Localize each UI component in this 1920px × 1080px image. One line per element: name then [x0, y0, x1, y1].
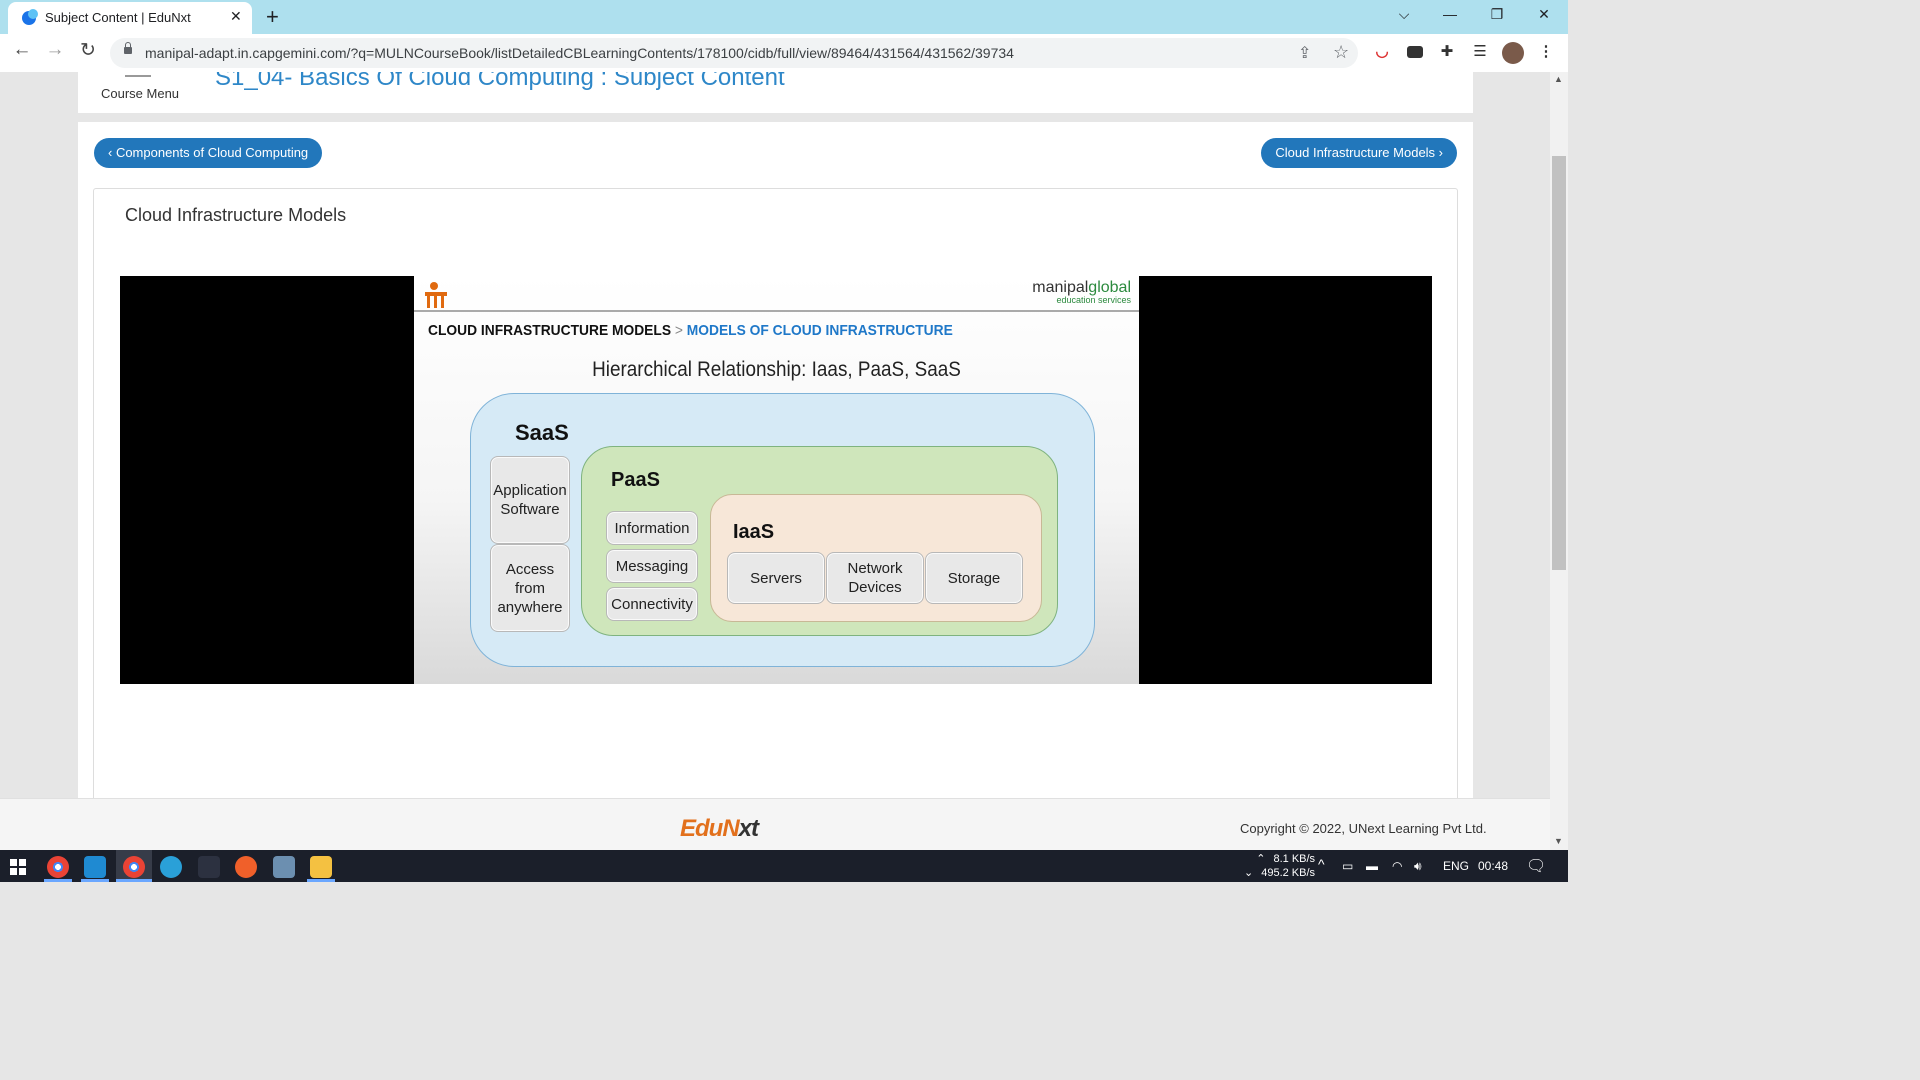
scroll-down-icon[interactable]: ▼	[1554, 836, 1563, 846]
menu-dots-icon[interactable]: ⋮	[1536, 42, 1556, 62]
star-icon[interactable]: ☆	[1333, 42, 1349, 63]
page-viewport: Course Menu S1_04- Basics Of Cloud Compu…	[0, 72, 1550, 798]
lesson-panel: Cloud Infrastructure Models manipalgloba…	[93, 188, 1458, 798]
manipalglobal-logo: manipalglobal education services	[1032, 279, 1131, 305]
iaas-item: Network Devices	[826, 552, 924, 604]
slide-crumb-current: MODELS OF CLOUD INFRASTRUCTURE	[686, 322, 953, 339]
reload-icon[interactable]: ↻	[77, 39, 99, 62]
telegram-app-icon[interactable]	[160, 856, 182, 878]
reading-list-icon[interactable]: ☰	[1470, 42, 1490, 62]
slide-divider	[414, 310, 1139, 312]
content-card: ‹ Components of Cloud Computing Cloud In…	[78, 122, 1473, 798]
image-viewer-app-icon[interactable]	[273, 856, 295, 878]
url-text[interactable]: manipal-adapt.in.capgemini.com/?q=MULNCo…	[145, 45, 1014, 61]
pocket-extension-icon[interactable]: ◡	[1372, 42, 1392, 62]
tab-title: Subject Content | EduNxt	[45, 10, 191, 25]
windows-start-icon[interactable]	[10, 859, 26, 875]
notification-icon[interactable]: 🗨︎	[1526, 856, 1546, 876]
chevron-up-icon[interactable]: ^	[1318, 856, 1325, 872]
edunxt-logo: EduNxt	[680, 815, 759, 843]
manipal-logo-icon	[425, 282, 447, 308]
chrome-active-window[interactable]	[116, 850, 152, 882]
upload-speed: 8.1 KB/s	[1273, 853, 1316, 865]
hamburger-icon[interactable]	[125, 72, 151, 80]
video-slide: manipalglobal education services CLOUD I…	[414, 276, 1139, 684]
minimize-icon[interactable]: —	[1435, 6, 1465, 22]
chrome-app-icon	[123, 856, 145, 878]
restore-icon[interactable]: ❐	[1482, 6, 1512, 23]
edunxt-favicon	[22, 9, 38, 25]
clock[interactable]: 00:48	[1478, 859, 1508, 873]
paas-label: PaaS	[611, 469, 660, 491]
paas-item: Messaging	[606, 549, 698, 583]
share-icon[interactable]: ⇪	[1298, 43, 1311, 63]
extension-icon[interactable]	[1405, 42, 1425, 62]
lock-icon[interactable]	[124, 42, 132, 54]
video-player[interactable]: manipalglobal education services CLOUD I…	[120, 276, 1432, 684]
address-bar[interactable]: manipal-adapt.in.capgemini.com/?q=MULNCo…	[110, 38, 1358, 68]
browser-toolbar: ← → ↻ manipal-adapt.in.capgemini.com/?q=…	[0, 34, 1568, 73]
file-explorer-app-icon[interactable]	[310, 856, 332, 878]
saas-item: Access from anywhere	[490, 544, 570, 632]
scroll-up-icon[interactable]: ▲	[1554, 74, 1563, 84]
new-tab-button[interactable]: +	[266, 4, 279, 30]
vscode-app-icon[interactable]	[84, 856, 106, 878]
network-speed: ⌃ 8.1 KB/s ⌄ 495.2 KB/s	[1244, 853, 1316, 879]
page-footer: EduNxt Copyright © 2022, UNext Learning …	[0, 798, 1550, 851]
slide-crumb-separator: >	[674, 322, 683, 339]
window-close-icon[interactable]: ✕	[1529, 6, 1559, 23]
saas-layer: SaaS Application Software Access from an…	[470, 393, 1095, 667]
active-app-indicator	[307, 879, 335, 882]
paas-item: Connectivity	[606, 587, 698, 621]
forward-arrow-icon[interactable]: →	[44, 39, 66, 61]
battery-icon[interactable]: ▬	[1366, 859, 1378, 873]
slide-crumb-section: CLOUD INFRASTRUCTURE MODELS	[428, 322, 672, 339]
slide-heading: Hierarchical Relationship: Iaas, PaaS, S…	[592, 358, 961, 381]
iaas-layer: IaaS Servers Network Devices Storage	[710, 494, 1042, 622]
paas-layer: PaaS Information Messaging Connectivity …	[581, 446, 1058, 636]
back-arrow-icon[interactable]: ←	[11, 39, 33, 61]
logo-part2: xt	[738, 815, 759, 842]
slide-breadcrumb: CLOUD INFRASTRUCTURE MODELS > MODELS OF …	[428, 322, 953, 339]
language-indicator[interactable]: ENG	[1443, 859, 1469, 873]
active-app-indicator	[116, 879, 152, 882]
windows-taskbar: ⌃ 8.1 KB/s ⌄ 495.2 KB/s ^ ▭ ▬ ◠ 🔊︎ ENG 00:…	[0, 850, 1568, 882]
saas-item: Application Software	[490, 456, 570, 544]
brand-name-part2: global	[1088, 279, 1131, 296]
extension-puzzle-icon[interactable]: ✚	[1437, 42, 1457, 62]
close-icon[interactable]: ✕	[230, 8, 242, 25]
saas-label: SaaS	[515, 420, 569, 445]
active-app-indicator	[81, 879, 109, 882]
paas-item: Information	[606, 511, 698, 545]
scrollbar-thumb[interactable]	[1552, 156, 1566, 570]
meet-icon[interactable]: ▭	[1342, 859, 1353, 873]
copyright-text: Copyright © 2022, UNext Learning Pvt Ltd…	[1240, 821, 1487, 836]
app-icon[interactable]	[198, 856, 220, 878]
page-title: S1_04- Basics Of Cloud Computing : Subje…	[215, 72, 785, 91]
iaas-label: IaaS	[733, 521, 775, 543]
wifi-icon[interactable]: ◠	[1392, 859, 1402, 873]
browser-tab[interactable]: Subject Content | EduNxt ✕	[8, 2, 252, 34]
brand-name-part1: manipal	[1032, 279, 1089, 296]
lesson-title: Cloud Infrastructure Models	[125, 205, 347, 225]
course-header: Course Menu S1_04- Basics Of Cloud Compu…	[78, 72, 1473, 113]
next-topic-button[interactable]: Cloud Infrastructure Models ›	[1261, 138, 1457, 168]
course-menu-button[interactable]: Course Menu	[101, 86, 179, 101]
iaas-item: Storage	[925, 552, 1023, 604]
download-speed: 495.2 KB/s	[1261, 867, 1316, 879]
postman-app-icon[interactable]	[235, 856, 257, 878]
profile-avatar[interactable]	[1502, 42, 1524, 64]
chevron-down-icon[interactable]: ⌵	[1389, 6, 1419, 23]
volume-icon[interactable]: 🔊︎	[1414, 859, 1422, 874]
chrome-app-icon[interactable]	[47, 856, 69, 878]
previous-topic-button[interactable]: ‹ Components of Cloud Computing	[94, 138, 323, 168]
logo-part1: EduN	[680, 815, 740, 842]
iaas-item: Servers	[727, 552, 825, 604]
active-app-indicator	[44, 879, 72, 882]
browser-tab-strip: Subject Content | EduNxt ✕ + ⌵ — ❐ ✕	[0, 0, 1568, 34]
page-scrollbar[interactable]: ▲ ▼	[1550, 72, 1568, 850]
